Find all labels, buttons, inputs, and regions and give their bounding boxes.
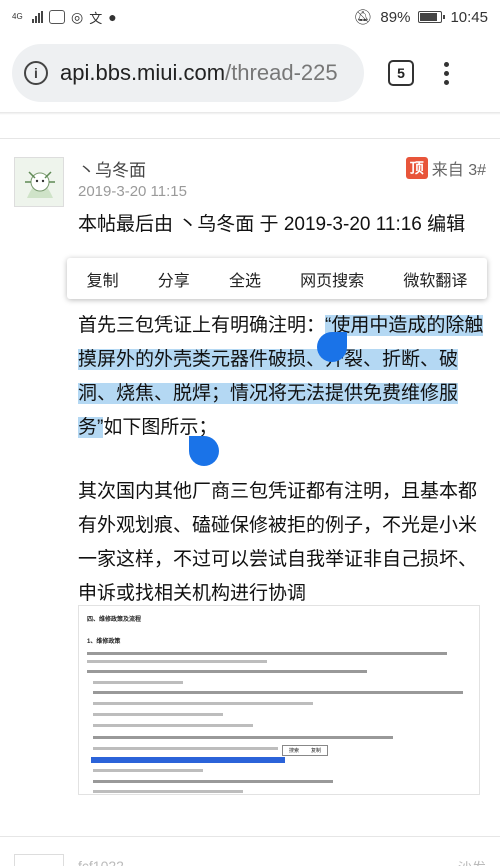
doc-popup: 搜索 复制	[282, 745, 328, 756]
menu-item-web-search[interactable]: 网页搜索	[300, 267, 364, 291]
divider	[0, 138, 500, 139]
mute-icon: 🔕︎	[353, 9, 373, 26]
edit-note: 本帖最后由 丶乌冬面 于 2019-3-20 11:16 编辑	[78, 214, 466, 235]
wechat-icon: ◎	[71, 8, 84, 25]
doc-highlight	[91, 757, 285, 763]
app-notification-icon	[49, 10, 65, 24]
floor-number: 来自 3#	[431, 162, 486, 179]
tab-switcher-button[interactable]: 5	[388, 60, 414, 86]
para1-after: 如下图所示；	[103, 417, 218, 438]
next-post-avatar[interactable]	[14, 854, 64, 866]
selection-end-handle[interactable]	[189, 436, 219, 466]
doc-heading-2: 1、维修政策	[87, 639, 121, 645]
url-text[interactable]: api.bbs.miui.com/thread-225	[60, 60, 338, 86]
next-post-floor: 沙发	[458, 858, 486, 866]
message-icon: ●	[108, 9, 117, 25]
doc-heading-1: 四、维修政策及流程	[87, 617, 142, 623]
battery-percent: 89%	[380, 8, 411, 26]
doc-line	[93, 681, 183, 684]
doc-line	[87, 660, 267, 663]
info-icon[interactable]: i	[24, 61, 48, 85]
menu-item-copy[interactable]: 复制	[87, 267, 119, 291]
doc-line	[93, 702, 313, 705]
divider	[0, 836, 500, 837]
doc-line	[87, 652, 447, 655]
floor-label: 顶 来自 3#	[405, 156, 486, 180]
doc-line	[93, 724, 253, 727]
doc-line	[93, 769, 203, 772]
post-username[interactable]: 丶乌冬面	[78, 156, 146, 181]
menu-item-share[interactable]: 分享	[158, 267, 190, 291]
text-selection-menu: 复制 分享 全选 网页搜索 微软翻译	[67, 258, 487, 299]
clock: 10:45	[450, 8, 488, 26]
doc-line	[87, 670, 367, 673]
menu-item-select-all[interactable]: 全选	[229, 267, 261, 291]
menu-item-translate[interactable]: 微软翻译	[403, 267, 467, 291]
doc-line	[93, 713, 223, 716]
toolbar-shadow	[0, 112, 500, 115]
translate-icon: 文	[89, 10, 103, 26]
battery-icon	[418, 11, 446, 23]
avatar[interactable]	[14, 157, 64, 207]
avatar-image	[15, 158, 63, 206]
doc-line	[93, 790, 243, 793]
status-left: 4G ◎ 文 ●	[12, 8, 117, 27]
url-host: api.bbs.miui.com	[60, 60, 226, 85]
network-type: 4G	[12, 12, 23, 21]
url-path: /thread-225	[225, 60, 338, 85]
doc-line	[93, 747, 278, 750]
doc-line	[93, 780, 333, 783]
post-paragraph-2: 其次国内其他厂商三包凭证都有注明，且基本都有外观划痕、磕碰保修被拒的例子，不光是…	[78, 481, 478, 604]
next-post-username[interactable]: fcf1022	[78, 858, 124, 866]
status-right: 🔕︎ 89% 10:45	[353, 8, 488, 27]
next-post: fcf1022 沙发	[0, 846, 500, 866]
browser-toolbar: i api.bbs.miui.com/thread-225 5	[0, 34, 500, 112]
doc-line	[93, 736, 393, 739]
selection-start-handle[interactable]	[317, 332, 347, 362]
signal-icon	[32, 11, 43, 23]
status-bar: 4G ◎ 文 ● 🔕︎ 89% 10:45	[0, 0, 500, 34]
doc-line	[93, 691, 463, 694]
post-paragraph-1: 首先三包凭证上有明确注明：“使用中造成的除触摸屏外的外壳类元器件破损、开裂、折断…	[78, 309, 488, 445]
post-image[interactable]: 四、维修政策及流程 1、维修政策 搜索 复制	[78, 605, 480, 795]
address-bar[interactable]: i api.bbs.miui.com/thread-225	[12, 44, 364, 102]
floor-badge-icon: 顶	[405, 157, 428, 179]
post-time: 2019-3-20 11:15	[78, 183, 187, 200]
para1-before: 首先三包凭证上有明确注明：	[78, 315, 326, 336]
overflow-menu-button[interactable]	[444, 61, 449, 85]
